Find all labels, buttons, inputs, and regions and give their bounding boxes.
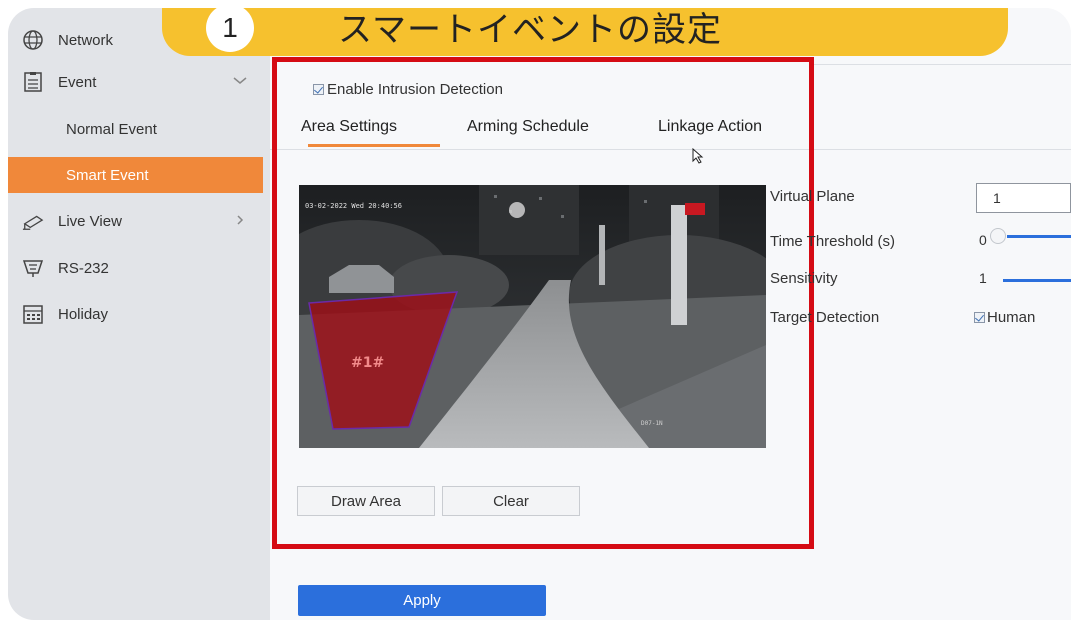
sidebar-item-normal-event[interactable]: Normal Event (8, 111, 263, 147)
sidebar-item-label: Holiday (58, 305, 109, 323)
virtual-plane-label: Virtual Plane (770, 188, 855, 205)
sensitivity-slider[interactable] (1003, 279, 1071, 282)
sidebar: Network Event Normal Event Smart Event L… (8, 8, 270, 620)
chevron-down-icon[interactable] (231, 72, 249, 90)
chevron-right-icon[interactable] (231, 211, 249, 229)
sidebar-item-label: RS-232 (58, 259, 109, 277)
calendar-icon (22, 303, 44, 325)
serial-port-icon (22, 257, 44, 279)
time-threshold-value: 0 (979, 232, 987, 248)
app-window: Network Event Normal Event Smart Event L… (8, 8, 1071, 620)
divider (814, 149, 1071, 150)
time-threshold-slider[interactable] (1007, 235, 1071, 238)
virtual-plane-select[interactable]: 1 (976, 183, 1071, 213)
sidebar-item-label: Normal Event (66, 120, 157, 138)
checkbox-checked-icon[interactable] (974, 312, 985, 323)
target-human-label: Human (987, 309, 1036, 326)
list-icon (22, 71, 44, 93)
camera-icon (22, 210, 44, 232)
target-detection-label: Target Detection (770, 309, 880, 326)
time-threshold-slider-thumb[interactable] (990, 228, 1006, 244)
sensitivity-label: Sensitivity (770, 270, 838, 287)
divider (814, 64, 1071, 65)
sidebar-item-label: Live View (58, 212, 122, 230)
sidebar-item-live-view[interactable]: Live View (8, 203, 263, 239)
sidebar-item-event[interactable]: Event (8, 64, 263, 100)
sidebar-item-label: Event (58, 73, 97, 91)
step-banner: 1 スマートイベントの設定 (162, 8, 1008, 56)
sidebar-item-smart-event[interactable]: Smart Event (8, 157, 263, 193)
sensitivity-value: 1 (979, 270, 987, 286)
highlight-box (272, 57, 814, 549)
globe-icon (22, 29, 44, 51)
step-title: スマートイベントの設定 (338, 11, 722, 49)
step-number: 1 (206, 8, 254, 52)
sidebar-item-rs232[interactable]: RS-232 (8, 250, 263, 286)
sidebar-item-holiday[interactable]: Holiday (8, 296, 263, 332)
sidebar-item-label: Network (58, 31, 114, 49)
time-threshold-label: Time Threshold (s) (770, 233, 896, 250)
target-human-checkbox[interactable]: Human (974, 309, 1035, 326)
sidebar-item-label: Smart Event (66, 166, 149, 184)
apply-button[interactable]: Apply (298, 585, 546, 616)
